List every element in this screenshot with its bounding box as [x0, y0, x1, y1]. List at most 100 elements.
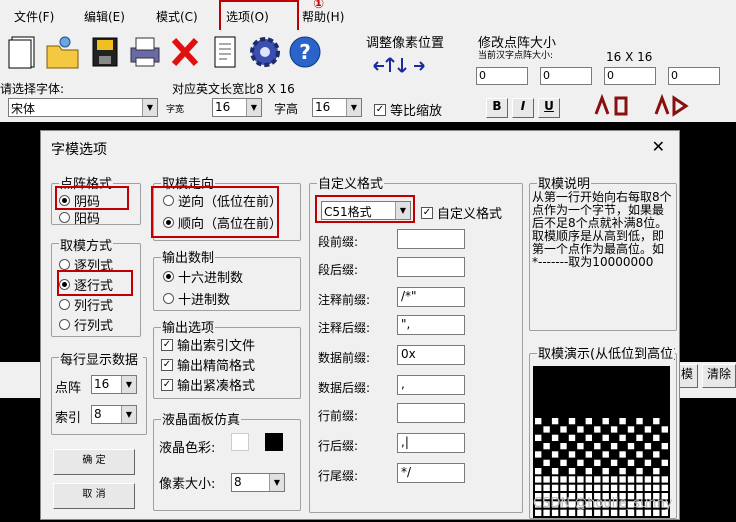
preview-pixel	[594, 484, 601, 491]
preview-pixel	[602, 434, 609, 441]
spin-top[interactable]: 0	[540, 67, 592, 85]
preview-pixel	[644, 459, 652, 466]
preview-pixel	[636, 484, 643, 491]
preview-title: 取模演示(从低位到高位)	[537, 343, 675, 362]
svg-text:?: ?	[299, 40, 311, 64]
preview-pixel	[619, 484, 626, 491]
underline-button[interactable]: U	[538, 98, 560, 118]
preview-pixel	[551, 468, 559, 475]
line-prefix-input[interactable]	[397, 403, 465, 423]
preview-pixel	[602, 418, 609, 425]
preview-pixel	[653, 451, 660, 458]
per-line-dot-select[interactable]: 16 ▼	[91, 375, 137, 394]
font-prompt-label: 请选择字体:	[0, 82, 65, 96]
preview-pixel	[661, 476, 668, 483]
preview-pixel	[619, 468, 626, 475]
preview-pixel	[577, 443, 584, 450]
lcd-bg-swatch[interactable]	[231, 433, 249, 451]
comment-suffix-input[interactable]: ",	[397, 315, 465, 335]
new-file-icon[interactable]	[4, 32, 42, 72]
save-disk-icon[interactable]	[86, 32, 124, 72]
radio-decimal[interactable]: 十进制数	[163, 289, 230, 308]
menu-mode[interactable]: 模式(C)	[156, 8, 198, 25]
chevron-down-icon: ▼	[269, 474, 284, 491]
document-icon[interactable]	[206, 32, 244, 72]
preview-pixel	[661, 426, 668, 433]
preview-pixel	[627, 459, 635, 466]
line-suffix-input[interactable]: ,|	[397, 433, 465, 453]
width-select[interactable]: 16 ▼	[212, 98, 262, 117]
menu-file[interactable]: 文件(F)	[14, 8, 54, 25]
spin-left[interactable]: 0	[476, 67, 528, 85]
line-end-input[interactable]: */	[397, 463, 465, 483]
bold-button[interactable]: B	[486, 98, 508, 118]
radio-positive[interactable]: 阳码	[59, 208, 100, 227]
menu-edit[interactable]: 编辑(E)	[84, 8, 125, 25]
delete-x-icon[interactable]	[166, 32, 204, 72]
watermark: CSDN @houlie_sunny	[533, 496, 673, 511]
preview-pixel	[577, 426, 584, 433]
preview-pixel	[543, 484, 550, 491]
preview-pixel	[636, 476, 643, 483]
cancel-button[interactable]: 取 消	[53, 483, 135, 509]
preview-pixel	[610, 459, 618, 466]
preview-pixel	[560, 459, 567, 466]
preview-pixel	[535, 451, 542, 458]
lcd-fg-swatch[interactable]	[265, 433, 283, 451]
per-line-index-select[interactable]: 8 ▼	[91, 405, 137, 424]
preview-pixel	[661, 443, 668, 450]
italic-button[interactable]: I	[512, 98, 534, 118]
check-icon: ✓	[161, 338, 173, 351]
menu-options-highlight	[219, 0, 299, 32]
output-radix-title: 输出数制	[161, 247, 216, 266]
height-select[interactable]: 16 ▼	[312, 98, 362, 117]
pixel-size-label: 像素大小:	[159, 477, 216, 492]
custom-format-checkbox[interactable]: ✓ 自定义格式	[421, 203, 521, 222]
preview-pixel	[627, 476, 635, 483]
preview-pixel	[551, 418, 559, 425]
data-suffix-input[interactable]: ,	[397, 375, 465, 395]
help-question-icon[interactable]: ?	[286, 32, 324, 72]
preview-pixel	[619, 476, 626, 483]
pixel-size-select[interactable]: 8 ▼	[231, 473, 285, 492]
width-label: 字宽	[166, 105, 185, 115]
radio-column-row[interactable]: 列行式	[59, 295, 113, 314]
section-prefix-input[interactable]	[397, 229, 465, 249]
mirror-glyph-icon[interactable]	[652, 94, 692, 118]
font-select[interactable]: 宋体 ▼	[8, 98, 158, 117]
close-icon[interactable]: ✕	[652, 137, 665, 156]
preview-pixel	[585, 418, 592, 425]
check-simple-format[interactable]: ✓ 输出精简格式	[161, 355, 299, 374]
preview-pixel	[560, 476, 567, 483]
check-index-file[interactable]: ✓ 输出索引文件	[161, 335, 299, 354]
clear-button[interactable]: 清除	[702, 364, 736, 388]
preview-pixel	[543, 426, 550, 433]
radio-hex[interactable]: 十六进制数	[163, 267, 243, 286]
pixel-shift-arrows-icon[interactable]	[370, 52, 436, 80]
spin-right[interactable]: 0	[604, 67, 656, 85]
section-suffix-input[interactable]	[397, 257, 465, 277]
comment-prefix-input[interactable]: /*"	[397, 287, 465, 307]
print-icon[interactable]	[126, 32, 164, 72]
preview-pixel	[568, 476, 576, 483]
data-prefix-input[interactable]: 0x	[397, 345, 465, 365]
radio-row-column[interactable]: 行列式	[59, 315, 113, 334]
preview-pixel	[602, 484, 609, 491]
ok-button[interactable]: 确 定	[53, 449, 135, 475]
preview-pixel	[560, 443, 567, 450]
open-folder-icon[interactable]	[44, 32, 82, 72]
rotate-glyph-icon[interactable]	[592, 94, 632, 118]
preview-pixel	[551, 434, 559, 441]
preview-pixel	[551, 451, 559, 458]
check-compact-format[interactable]: ✓ 输出紧凑格式	[161, 375, 299, 394]
spin-bottom[interactable]: 0	[668, 67, 720, 85]
preview-pixel	[602, 476, 609, 483]
keep-ratio-checkbox[interactable]: ✓ 等比缩放	[374, 100, 442, 119]
check-icon: ✓	[161, 358, 173, 371]
comment-suffix-label: 注释后缀:	[318, 321, 371, 335]
preview-pixel	[636, 451, 643, 458]
preview-pixel	[610, 443, 618, 450]
settings-gear-icon[interactable]	[246, 32, 284, 72]
scan-mode-title: 取模方式	[59, 235, 114, 254]
preview-pixel	[653, 476, 660, 483]
